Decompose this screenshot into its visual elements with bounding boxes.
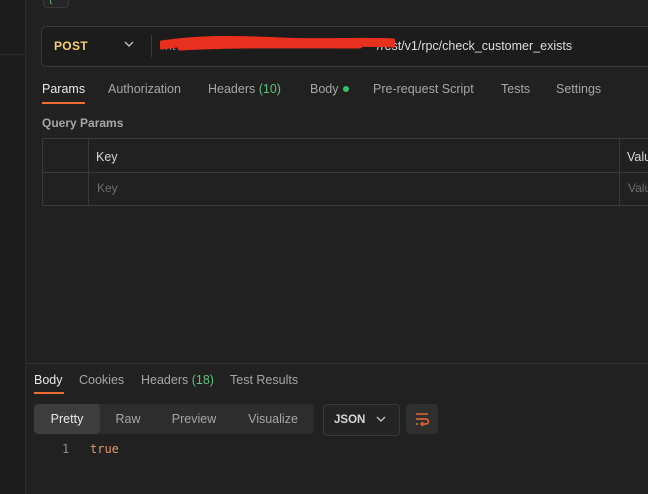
response-tab-headers-label: Headers <box>141 373 189 387</box>
response-body-value: true <box>90 442 119 456</box>
key-value-divider <box>619 139 620 205</box>
column-header-value: Valu <box>627 150 648 164</box>
format-visualize[interactable]: Visualize <box>232 404 314 434</box>
wrap-lines-icon <box>416 413 430 427</box>
response-tab-body[interactable]: Body <box>34 373 63 387</box>
tab-headers[interactable]: Headers (10) <box>208 82 281 96</box>
query-params-title: Query Params <box>42 116 124 130</box>
redaction-mark <box>160 35 395 51</box>
query-params-table: Key Valu Key Valu <box>42 138 648 206</box>
response-tab-test-results[interactable]: Test Results <box>230 373 298 387</box>
format-preview[interactable]: Preview <box>156 404 232 434</box>
format-raw[interactable]: Raw <box>100 404 156 434</box>
wrap-lines-button[interactable] <box>406 404 438 434</box>
response-format-group: Pretty Raw Preview Visualize <box>34 404 314 434</box>
request-url-bar: POST ht /rest/v1/rpc/check_customer_exis… <box>41 26 648 67</box>
method-url-divider <box>151 35 152 57</box>
tab-authorization[interactable]: Authorization <box>108 82 181 96</box>
response-tab-headers[interactable]: Headers (18) <box>141 373 214 387</box>
tab-prerequest-script[interactable]: Pre-request Script <box>373 82 474 96</box>
method-select[interactable]: POST <box>54 39 88 53</box>
table-row-divider <box>43 172 648 173</box>
active-tab-underline <box>42 102 85 104</box>
body-indicator-dot <box>342 86 349 92</box>
format-pretty[interactable]: Pretty <box>34 404 100 434</box>
key-input[interactable]: Key <box>97 181 118 195</box>
response-active-tab-underline <box>34 392 64 394</box>
tab-body-label: Body <box>310 82 339 96</box>
line-number: 1 <box>62 442 70 456</box>
response-tab-cookies[interactable]: Cookies <box>79 373 124 387</box>
tab-body[interactable]: Body <box>310 82 349 96</box>
tab-headers-count: (10) <box>258 82 281 96</box>
request-response-divider[interactable] <box>26 363 648 364</box>
tab-params[interactable]: Params <box>42 82 85 96</box>
language-select-label: JSON <box>334 414 366 426</box>
chevron-down-icon <box>376 416 386 422</box>
request-tab-partial[interactable]: { <box>43 0 69 8</box>
url-visible-path: /rest/v1/rpc/check_customer_exists <box>376 39 573 53</box>
value-input[interactable]: Valu <box>628 181 648 195</box>
column-header-key: Key <box>96 150 118 164</box>
tab-headers-label: Headers <box>208 82 256 96</box>
checkbox-column-divider <box>88 139 89 205</box>
chevron-down-icon[interactable] <box>124 38 134 50</box>
response-tab-headers-count: (18) <box>191 373 214 387</box>
tab-tests[interactable]: Tests <box>501 82 530 96</box>
request-tab-icon: { <box>49 0 52 5</box>
tab-settings[interactable]: Settings <box>556 82 601 96</box>
left-sidebar-strip <box>0 0 26 494</box>
language-select[interactable]: JSON <box>323 404 400 436</box>
